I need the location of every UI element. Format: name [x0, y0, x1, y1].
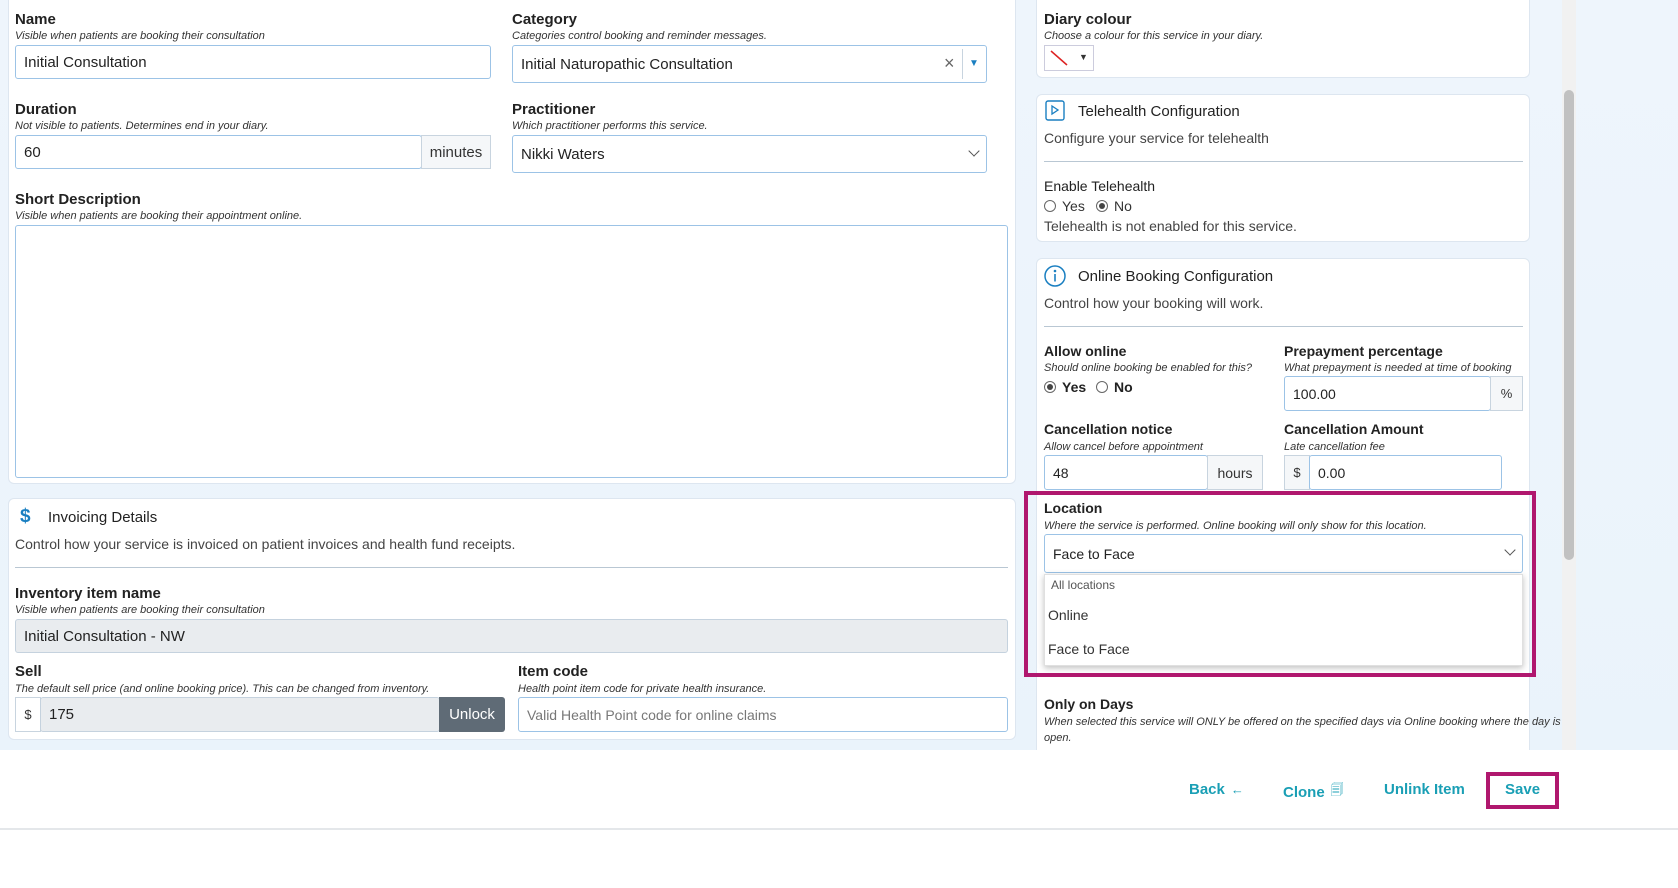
telehealth-divider [1044, 161, 1523, 162]
copy-icon: 🗐 [1330, 783, 1344, 798]
invoicing-subtitle: Control how your service is invoiced on … [15, 536, 516, 552]
diary-colour-picker[interactable]: ▼ [1044, 45, 1094, 71]
practitioner-select[interactable]: Nikki Waters [512, 135, 987, 173]
inventory-label: Inventory item name [15, 585, 161, 602]
unlock-button-label: Unlock [449, 706, 495, 723]
prepayment-input-value: 100.00 [1293, 385, 1336, 402]
duration-label: Duration [15, 101, 77, 118]
category-hint: Categories control booking and reminder … [512, 30, 767, 42]
cancellation-amount-label: Cancellation Amount [1284, 421, 1424, 437]
telehealth-status: Telehealth is not enabled for this servi… [1044, 218, 1297, 234]
duration-input[interactable]: 60 [15, 135, 422, 169]
unlink-item-label: Unlink Item [1384, 781, 1465, 798]
unlock-button[interactable]: Unlock [439, 697, 505, 732]
telehealth-yes-radio[interactable] [1044, 200, 1056, 212]
clone-button-label: Clone [1283, 783, 1325, 801]
sell-currency: $ [15, 697, 41, 732]
clone-button[interactable]: Clone 🗐 [1283, 781, 1344, 803]
category-select[interactable]: Initial Naturopathic Consultation [512, 45, 987, 83]
allow-online-no-radio[interactable] [1096, 381, 1108, 393]
name-hint: Visible when patients are booking their … [15, 30, 265, 42]
short-description-label: Short Description [15, 191, 141, 208]
category-dropdown-divider [962, 49, 963, 79]
inventory-input-value: Initial Consultation - NW [24, 627, 185, 645]
practitioner-select-value: Nikki Waters [521, 145, 605, 163]
invoicing-title: Invoicing Details [48, 509, 158, 526]
telehealth-video-icon [1045, 100, 1065, 121]
enable-telehealth-label: Enable Telehealth [1044, 178, 1156, 194]
dollar-icon: $ [20, 506, 31, 527]
duration-hint: Not visible to patients. Determines end … [15, 120, 269, 132]
cancellation-notice-value: 48 [1053, 464, 1069, 481]
prepayment-hint: What prepayment is needed at time of boo… [1284, 362, 1512, 374]
save-highlight-box [1486, 772, 1559, 809]
item-code-label: Item code [518, 663, 589, 680]
telehealth-title: Telehealth Configuration [1078, 103, 1240, 120]
practitioner-hint: Which practitioner performs this service… [512, 120, 708, 132]
only-on-days-label: Only on Days [1044, 696, 1134, 712]
cancellation-amount-value: 0.00 [1318, 464, 1346, 481]
invoicing-divider [15, 567, 1008, 568]
only-on-days-hint: When selected this service will ONLY be … [1044, 716, 1561, 728]
cancellation-notice-unit: hours [1207, 455, 1263, 490]
sell-input-value: 175 [49, 706, 75, 723]
cancellation-amount-currency: $ [1284, 455, 1310, 490]
unlink-item-button[interactable]: Unlink Item [1384, 781, 1465, 798]
diary-colour-label: Diary colour [1044, 11, 1132, 28]
location-highlight-box [1024, 491, 1536, 677]
allow-online-no-label: No [1114, 379, 1133, 395]
online-booking-subtitle: Control how your booking will work. [1044, 295, 1264, 311]
arrow-left-icon: ← [1230, 782, 1244, 797]
back-button-label: Back [1189, 781, 1225, 798]
online-booking-title: Online Booking Configuration [1078, 268, 1274, 285]
sell-hint: The default sell price (and online booki… [15, 683, 430, 695]
inventory-input: Initial Consultation - NW [15, 619, 1008, 653]
cancellation-notice-label: Cancellation notice [1044, 421, 1173, 437]
inventory-hint: Visible when patients are booking their … [15, 604, 265, 616]
cancellation-amount-input[interactable]: 0.00 [1309, 455, 1502, 490]
short-description-textarea[interactable] [15, 225, 1008, 478]
diary-dropdown-icon: ▼ [1079, 52, 1088, 62]
item-code-hint: Health point item code for private healt… [518, 683, 767, 695]
name-input-value: Initial Consultation [24, 53, 147, 71]
allow-online-yes-radio[interactable] [1044, 381, 1056, 393]
allow-online-label: Allow online [1044, 343, 1127, 359]
category-dropdown-icon[interactable]: ▼ [969, 58, 979, 69]
cancellation-notice-input[interactable]: 48 [1044, 455, 1208, 490]
short-description-hint: Visible when patients are booking their … [15, 210, 303, 222]
telehealth-no-label: No [1114, 198, 1132, 214]
name-label: Name [15, 11, 56, 28]
allow-online-hint: Should online booking be enabled for thi… [1044, 362, 1252, 374]
telehealth-subtitle: Configure your service for telehealth [1044, 130, 1269, 146]
item-code-input[interactable]: Valid Health Point code for online claim… [518, 697, 1008, 732]
cancellation-notice-hint: Allow cancel before appointment [1044, 441, 1203, 453]
practitioner-label: Practitioner [512, 101, 596, 118]
category-select-value: Initial Naturopathic Consultation [521, 55, 733, 73]
online-booking-divider [1044, 326, 1523, 327]
category-label: Category [512, 11, 578, 28]
prepayment-label: Prepayment percentage [1284, 343, 1443, 359]
diary-colour-hint: Choose a colour for this service in your… [1044, 30, 1264, 42]
category-clear-icon[interactable]: × [944, 53, 955, 74]
item-code-placeholder: Valid Health Point code for online claim… [527, 706, 777, 723]
allow-online-yes-label: Yes [1062, 379, 1087, 395]
cancellation-amount-hint: Late cancellation fee [1284, 441, 1385, 453]
duration-input-value: 60 [24, 143, 41, 161]
duration-unit: minutes [421, 135, 491, 169]
footer-bottom-line [0, 828, 1678, 830]
telehealth-yes-label: Yes [1062, 198, 1085, 214]
prepayment-unit: % [1490, 376, 1523, 411]
sell-label: Sell [15, 663, 42, 680]
scrollbar-thumb[interactable] [1564, 90, 1574, 560]
only-on-days-hint-2: open. [1044, 732, 1072, 744]
telehealth-no-radio[interactable] [1096, 200, 1108, 212]
sell-input: 175 [40, 697, 440, 732]
prepayment-input[interactable]: 100.00 [1284, 376, 1491, 411]
back-button[interactable]: Back ← [1189, 781, 1244, 798]
no-colour-icon [1050, 50, 1068, 66]
info-icon [1044, 265, 1066, 287]
name-input[interactable]: Initial Consultation [15, 45, 491, 79]
